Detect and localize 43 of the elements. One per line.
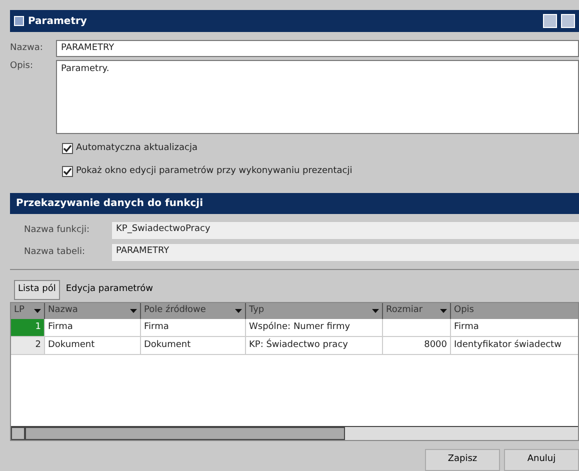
scroll-thumb[interactable]	[25, 427, 345, 440]
column-header[interactable]: Rozmiar	[383, 302, 451, 318]
field-label: Nazwa tabeli:	[24, 246, 86, 259]
table-cell: 8000	[383, 336, 451, 354]
tab[interactable]: Lista pól	[14, 280, 60, 300]
checkbox[interactable]	[62, 166, 73, 177]
text-field[interactable]: KP_SwiadectwoPracy	[112, 222, 579, 239]
window-title: Parametry	[28, 14, 87, 28]
window-icon	[14, 16, 24, 26]
column-header[interactable]: Pole źródłowe	[141, 302, 246, 318]
name-field[interactable]: PARAMETRY	[56, 40, 579, 57]
dialog-button[interactable]: Anuluj	[504, 449, 579, 471]
table-cell: Wspólne: Numer firmy	[246, 318, 383, 336]
scroll-left-button[interactable]	[11, 427, 25, 440]
table-cell: Dokument	[141, 336, 246, 354]
checkbox-label: Automatyczna aktualizacja	[76, 142, 198, 155]
table-cell: 2	[11, 336, 45, 354]
dropdown-arrow-icon[interactable]	[372, 308, 379, 312]
horizontal-scrollbar[interactable]	[11, 426, 578, 440]
description-label: Opis:	[10, 60, 34, 73]
field-label: Nazwa funkcji:	[24, 224, 90, 237]
dropdown-arrow-icon[interactable]	[440, 308, 447, 312]
column-header[interactable]: Nazwa	[45, 302, 141, 318]
name-label: Nazwa:	[10, 42, 44, 55]
dropdown-arrow-icon[interactable]	[130, 308, 137, 312]
table-cell: KP: Świadectwo pracy	[246, 336, 383, 354]
table-cell: Firma	[141, 318, 246, 336]
checkbox[interactable]	[62, 143, 73, 154]
section-header: Przekazywanie danych do funkcji	[10, 193, 579, 214]
dropdown-arrow-icon[interactable]	[235, 308, 242, 312]
checkbox-label: Pokaż okno edycji parametrów przy wykonywaniu prezentacji	[76, 164, 352, 178]
column-header[interactable]: Typ	[246, 302, 383, 318]
description-field[interactable]: Parametry.	[56, 60, 579, 134]
text-field[interactable]: PARAMETRY	[112, 244, 579, 261]
tab[interactable]: Edycja parametrów	[62, 280, 158, 300]
table-cell: Firma	[45, 318, 141, 336]
dialog-button[interactable]: Zapisz	[425, 449, 500, 471]
dropdown-arrow-icon[interactable]	[34, 308, 41, 312]
table-cell: Identyfikator świadectw	[451, 336, 579, 354]
table-cell: Dokument	[45, 336, 141, 354]
table-cell: 1	[11, 318, 45, 336]
table-cell: Firma	[451, 318, 579, 336]
column-header[interactable]: Opis	[451, 302, 579, 318]
